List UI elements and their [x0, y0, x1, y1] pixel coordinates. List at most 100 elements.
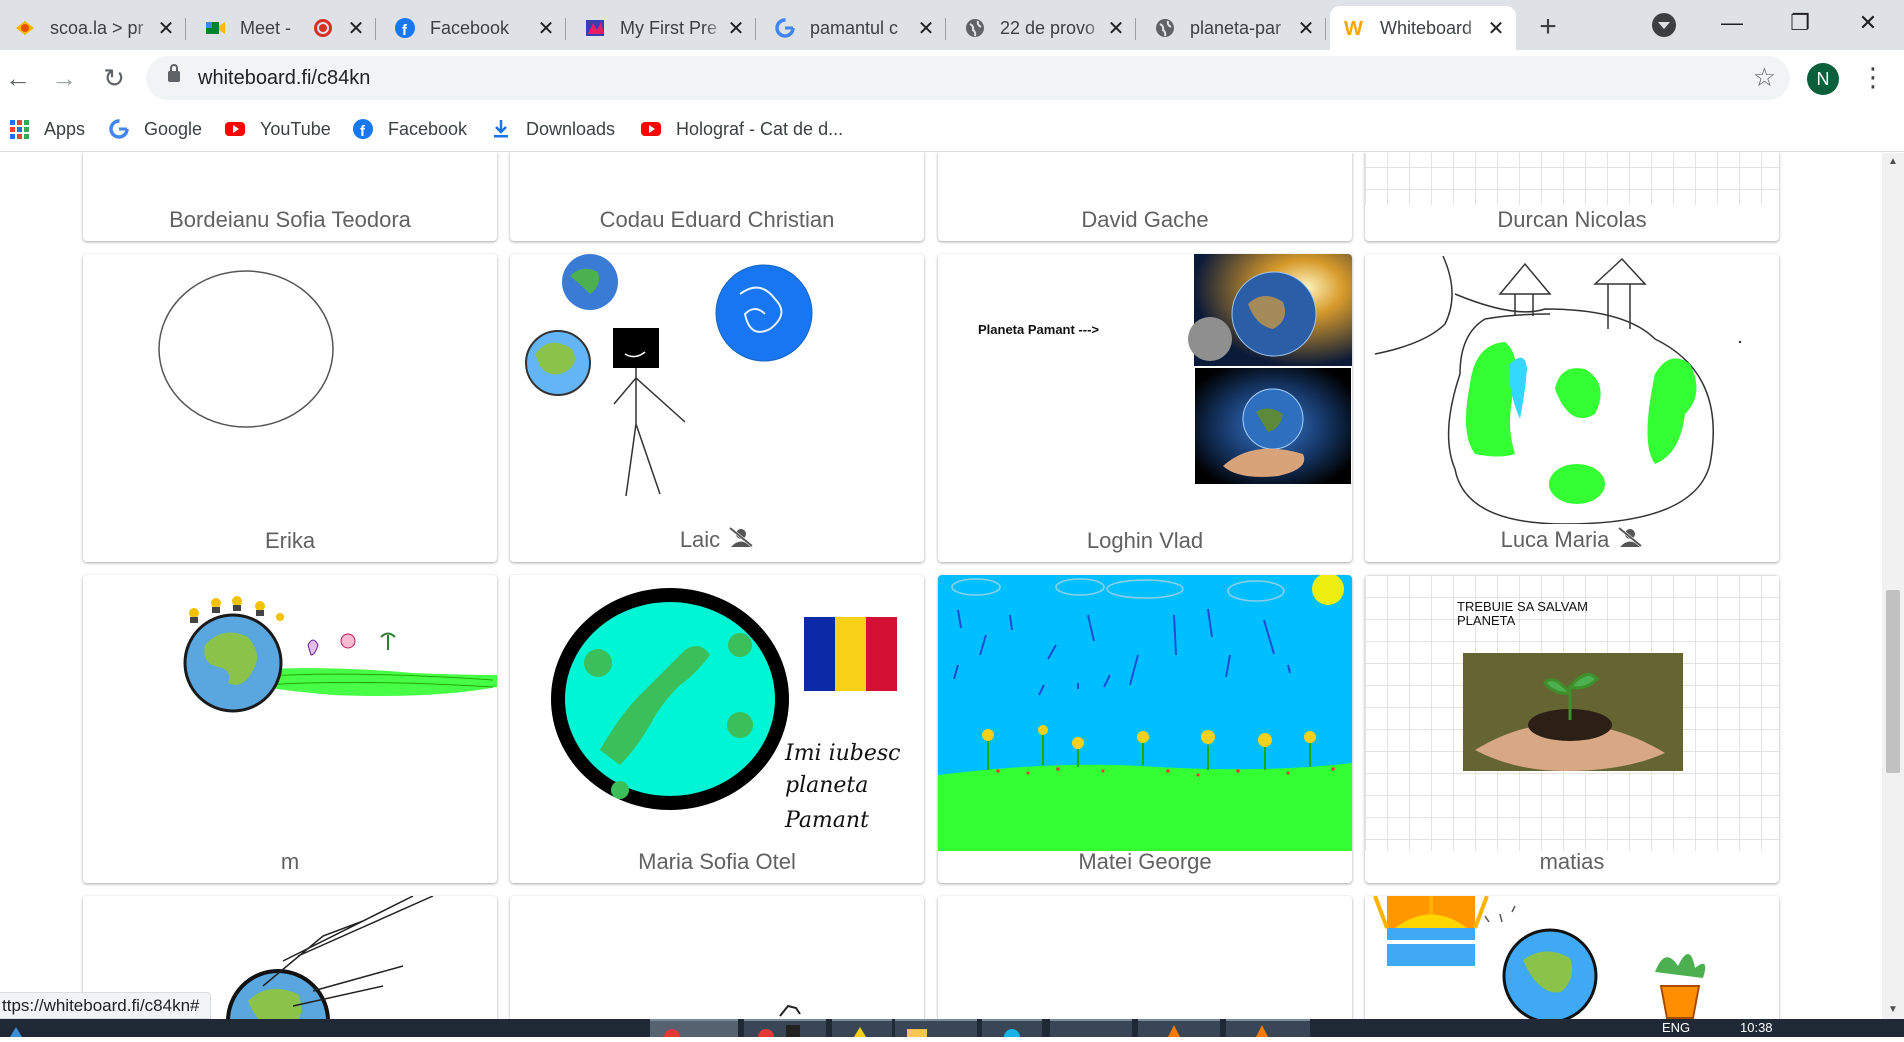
- board-drawing: [183, 596, 497, 713]
- page-scrollbar[interactable]: ▲ ▼: [1882, 153, 1904, 1019]
- tab-facebook[interactable]: f Facebook ✕: [380, 6, 566, 50]
- tab-provocari[interactable]: 22 de provo ✕: [950, 6, 1136, 50]
- board-card[interactable]: [510, 896, 924, 1019]
- apps-grid-icon: [8, 118, 30, 140]
- taskbar-app[interactable]: [1226, 1019, 1310, 1037]
- tab-whiteboard[interactable]: W Whiteboard ✕: [1330, 6, 1516, 50]
- bookmark-holograf[interactable]: Holograf - Cat de d...: [640, 114, 843, 144]
- board-card[interactable]: Laic: [510, 254, 924, 562]
- presentation-icon: [584, 17, 606, 39]
- board-card[interactable]: Luca Maria: [1365, 254, 1779, 562]
- forward-icon[interactable]: →: [46, 60, 82, 96]
- board-drawing: [1365, 153, 1779, 205]
- restore-button[interactable]: ❐: [1770, 6, 1830, 40]
- board-card[interactable]: Codau Eduard Christian: [510, 153, 924, 241]
- globe-icon: [1154, 17, 1176, 39]
- board-card[interactable]: m: [83, 575, 497, 883]
- tab-google-search[interactable]: pamantul c ✕: [760, 6, 946, 50]
- board-drawing: [1374, 255, 1742, 524]
- close-icon[interactable]: ✕: [536, 16, 556, 41]
- board-student-name: m: [280, 849, 300, 874]
- board-card[interactable]: David Gache: [938, 153, 1352, 241]
- bookmark-downloads[interactable]: Downloads: [490, 114, 615, 144]
- minimize-button[interactable]: —: [1702, 6, 1762, 40]
- scrollbar-thumb[interactable]: [1886, 590, 1900, 773]
- tab-title: scoa.la > pr: [50, 17, 144, 38]
- taskbar-app[interactable]: [744, 1019, 826, 1042]
- bookmark-apps[interactable]: Apps: [8, 114, 85, 144]
- board-card[interactable]: TREBUIE SA SALVAM PLANETA matias: [1365, 575, 1779, 883]
- svg-text:W: W: [1344, 18, 1363, 39]
- bookmark-youtube[interactable]: YouTube: [224, 114, 331, 144]
- boards-grid: Bordeianu Sofia Teodora Codau Eduard Chr…: [0, 153, 1904, 1019]
- new-tab-button[interactable]: +: [1530, 10, 1566, 46]
- board-card[interactable]: Imi iubesc planeta Pamant Maria Sofia Ot…: [510, 575, 924, 883]
- close-icon[interactable]: ✕: [1486, 16, 1506, 41]
- start-icon[interactable]: [0, 1021, 30, 1037]
- meet-icon: [204, 17, 226, 39]
- bookmark-label: Downloads: [526, 118, 616, 139]
- link-status-bubble: ttps://whiteboard.fi/c84kn#: [0, 992, 211, 1019]
- taskbar-app[interactable]: [895, 1019, 977, 1037]
- tab-planeta[interactable]: planeta-par ✕: [1140, 6, 1326, 50]
- bookmark-facebook[interactable]: f Facebook: [352, 114, 467, 144]
- board-card[interactable]: [1365, 896, 1779, 1019]
- scroll-down-icon[interactable]: ▼: [1882, 1001, 1904, 1019]
- taskbar-app[interactable]: [832, 1019, 892, 1037]
- board-student-name: matias: [1539, 849, 1605, 874]
- board-drawing: [779, 1004, 801, 1017]
- close-window-button[interactable]: ✕: [1838, 6, 1898, 40]
- download-icon: [490, 118, 512, 140]
- board-card[interactable]: Erika: [83, 254, 497, 562]
- scroll-up-icon[interactable]: ▲: [1882, 153, 1904, 171]
- google-icon: [774, 17, 796, 39]
- bookmark-label: Holograf - Cat de d...: [676, 118, 844, 139]
- tab-meet[interactable]: Meet - ✕: [190, 6, 376, 50]
- tab-presentation[interactable]: My First Pre ✕: [570, 6, 756, 50]
- address-bar[interactable]: whiteboard.fi/c84kn ☆: [146, 56, 1790, 100]
- board-card[interactable]: Bordeianu Sofia Teodora: [83, 153, 497, 241]
- board-drawing: Planeta Pamant --->: [978, 254, 1352, 484]
- board-drawing-layer: TREBUIE SA SALVAM PLANETA: [1457, 599, 1683, 771]
- board-card[interactable]: Matei George: [938, 575, 1352, 883]
- bookmarks-bar: Apps Google YouTube f Facebook Downloads…: [0, 106, 1904, 152]
- board-handwriting: Imi iubesc: [784, 741, 901, 766]
- board-handwriting: Pamant: [784, 808, 869, 833]
- taskbar-app[interactable]: [1138, 1019, 1220, 1037]
- board-handwriting: planeta: [785, 773, 868, 798]
- taskbar-app[interactable]: [650, 1019, 738, 1042]
- board-student-name: Loghin Vlad: [1086, 528, 1204, 553]
- taskbar-app[interactable]: [982, 1019, 1042, 1042]
- menu-icon[interactable]: ⋮: [1860, 62, 1886, 93]
- close-icon[interactable]: ✕: [916, 16, 936, 41]
- bookmark-google[interactable]: Google: [108, 114, 202, 144]
- board-card[interactable]: Planeta Pamant ---> Loghin Vlad: [938, 254, 1352, 562]
- close-icon[interactable]: ✕: [1296, 16, 1316, 41]
- board-card[interactable]: Durcan Nicolas: [1365, 153, 1779, 241]
- board-student-name: Codau Eduard Christian: [599, 207, 835, 232]
- clock[interactable]: 10:38: [1740, 1020, 1773, 1035]
- taskbar-app[interactable]: [1050, 1019, 1132, 1037]
- board-student-name: David Gache: [1081, 207, 1209, 232]
- tab-scoala[interactable]: scoa.la > pr ✕: [0, 6, 186, 50]
- profile-avatar[interactable]: N: [1807, 63, 1839, 95]
- facebook-icon: f: [394, 17, 416, 39]
- tab-title: Facebook: [430, 17, 510, 38]
- board-student-name: Bordeianu Sofia Teodora: [169, 207, 411, 232]
- muted-user-icon: [1617, 526, 1643, 554]
- board-card[interactable]: [938, 896, 1352, 1019]
- globe-icon: [964, 17, 986, 39]
- close-icon[interactable]: ✕: [346, 16, 366, 41]
- back-icon[interactable]: ←: [0, 60, 36, 96]
- bookmark-label: Facebook: [388, 118, 468, 139]
- board-drawing: [525, 254, 813, 497]
- board-drawing: [158, 270, 334, 428]
- tab-title: planeta-par: [1190, 17, 1282, 38]
- reload-icon[interactable]: ↻: [96, 60, 132, 96]
- tab-search-icon[interactable]: [1652, 13, 1676, 37]
- close-icon[interactable]: ✕: [156, 16, 176, 41]
- language-indicator[interactable]: ENG: [1662, 1020, 1690, 1035]
- close-icon[interactable]: ✕: [1106, 16, 1126, 41]
- bookmark-star-icon[interactable]: ☆: [1753, 62, 1776, 93]
- close-icon[interactable]: ✕: [726, 16, 746, 41]
